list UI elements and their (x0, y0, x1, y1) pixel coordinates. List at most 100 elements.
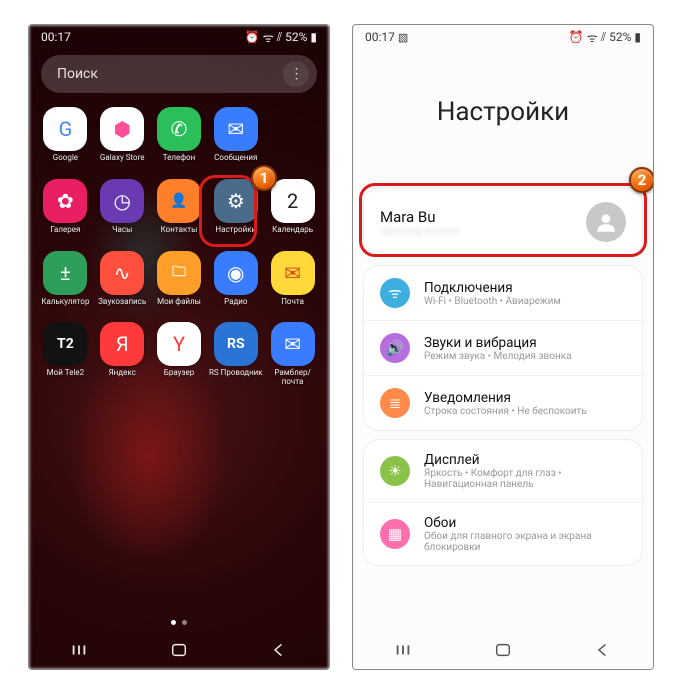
app-мои-файлы[interactable]: 🗀 Мои файлы (151, 247, 208, 315)
app-телефон[interactable]: ✆ Телефон (151, 103, 208, 171)
app-мой-tele2[interactable]: T2Мой Tele2 (37, 318, 94, 395)
alarm-icon: ⏰ (245, 30, 260, 44)
app-icon: RS (214, 322, 258, 366)
signal-icon: ⫽ (277, 30, 282, 45)
app-label: Звукозапись (98, 298, 146, 307)
app-контакты[interactable]: 👤Контакты (151, 175, 208, 243)
screenshot-icon: ▧ (398, 31, 408, 44)
settings-item-обои[interactable]: ▦ОбоиОбои для главного экрана и экрана б… (364, 502, 642, 565)
app-label: Мои файлы (157, 298, 201, 307)
recents-button[interactable] (393, 640, 413, 660)
battery-icon: ▮ (634, 30, 641, 44)
alarm-icon: ⏰ (569, 30, 584, 44)
settings-panel: ᯤ ПодключенияWi-Fi • Bluetooth • Авиарежи… (363, 265, 643, 431)
app-рамблер-почта[interactable]: ✉ Рамблер/ почта (264, 318, 321, 395)
app-label: RS Проводник (209, 369, 263, 378)
app-icon: ⬢ (100, 107, 144, 151)
annotation-badge-2: 2 (629, 167, 653, 193)
app-galaxy-store[interactable]: ⬢ Galaxy Store (94, 103, 151, 171)
home-button[interactable] (493, 640, 513, 660)
app-icon: Y (157, 322, 201, 366)
clock: 00:17 (41, 30, 71, 44)
app-label: Часы (112, 226, 132, 235)
wifi-icon: ᯤ (587, 29, 598, 46)
account-name: Mara Bu (380, 208, 574, 226)
app-icon: ✉ (214, 107, 258, 151)
app-label: Google (53, 154, 78, 163)
settings-item-подключения[interactable]: ᯤ ПодключенияWi-Fi • Bluetooth • Авиарежи… (364, 266, 642, 320)
app-звукозапись[interactable]: ∿ Звукозапись (94, 247, 151, 315)
settings-item-subtitle: Строка состояния • Не беспокоить (424, 406, 587, 417)
settings-item-звуки-и-вибрация[interactable]: 🔊Звуки и вибрацияРежим звука • Мелодия з… (364, 320, 642, 375)
search-input[interactable]: Поиск ⋮ (41, 55, 317, 93)
app-радио[interactable]: ◉ Радио (207, 247, 264, 315)
app-label: Браузер (164, 369, 194, 378)
app-icon: ± (43, 251, 87, 295)
settings-item-title: Дисплей (424, 452, 626, 468)
app-галерея[interactable]: ✿ Галерея (37, 175, 94, 243)
more-icon[interactable]: ⋮ (283, 61, 309, 87)
settings-item-title: Уведомления (424, 390, 587, 406)
settings-item-icon: ▦ (380, 519, 410, 549)
app-icon: ✉ (271, 251, 315, 295)
avatar-icon (586, 202, 626, 242)
app-icon: 2 (271, 179, 315, 223)
settings-item-уведомления[interactable]: ≣УведомленияСтрока состояния • Не беспок… (364, 375, 642, 430)
app-label: Калькулятор (41, 298, 89, 307)
settings-item-subtitle: Обои для главного экрана и экрана блокир… (424, 531, 626, 553)
app-label: Галерея (50, 226, 80, 235)
settings-item-title: Подключения (424, 280, 561, 296)
app-браузер[interactable]: Y Браузер (151, 318, 208, 395)
app-label: Телефон (163, 154, 195, 163)
app-label: Почта (281, 298, 304, 307)
app-label: Рамблер/ почта (266, 369, 320, 387)
clock: 00:17 (365, 30, 395, 44)
settings-item-subtitle: Яркость • Комфорт для глаз • Навигационн… (424, 468, 626, 490)
account-panel: Mara Bu samsung account (363, 187, 643, 257)
settings-item-icon: 🔊 (380, 333, 410, 363)
navigation-bar (29, 631, 329, 669)
recents-button[interactable] (69, 640, 89, 660)
app-rs-проводник[interactable]: RS RS Проводник (207, 318, 264, 395)
search-placeholder: Поиск (57, 66, 98, 82)
app-сообщения[interactable]: ✉Сообщения (207, 103, 264, 171)
account-row[interactable]: Mara Bu samsung account (364, 188, 642, 256)
app-label: Мой Tele2 (47, 369, 84, 378)
app-icon: 👤 (157, 179, 201, 223)
app-калькулятор[interactable]: ± Калькулятор (37, 247, 94, 315)
back-button[interactable] (593, 640, 613, 660)
app-icon: G (43, 107, 87, 151)
home-button[interactable] (169, 640, 189, 660)
phone-settings-screen: 00:17 ▧ ⏰ ᯤ ⫽ 52% ▮ Настройки Mara Bu sa… (352, 24, 654, 670)
app-google[interactable]: G Google (37, 103, 94, 171)
status-bar: 00:17 ▧ ⏰ ᯤ ⫽ 52% ▮ (353, 25, 653, 49)
app-grid: G Google ⬢ Galaxy Store ✆ Телефон ✉Сообщения ✿ Г… (29, 103, 329, 395)
battery-text: 52% (285, 30, 307, 44)
settings-item-icon: ᯤ (380, 278, 410, 308)
battery-text: 52% (609, 30, 631, 44)
app-label: Календарь (272, 226, 313, 235)
app-label: Настройки (215, 226, 256, 235)
annotation-badge-1: 1 (251, 165, 277, 191)
app-icon: ✿ (43, 179, 87, 223)
app-icon: ✉ (271, 322, 315, 366)
app-icon: 🗀 (157, 251, 201, 295)
app-label: Радио (224, 298, 247, 307)
settings-item-дисплей[interactable]: ☀ ДисплейЯркость • Комфорт для глаз • Нав… (364, 440, 642, 502)
app-label: Galaxy Store (100, 154, 145, 163)
phone-home-screen: 00:17 ⏰ ᯤ ⫽ 52% ▮ Поиск ⋮ G Google ⬢ Galaxy… (28, 24, 330, 670)
app-icon: ◉ (214, 251, 258, 295)
app-яндекс[interactable]: ЯЯндекс (94, 318, 151, 395)
settings-item-subtitle: Wi-Fi • Bluetooth • Авиарежим (424, 296, 561, 307)
app-icon: ✆ (157, 107, 201, 151)
status-icons: ⏰ ᯤ ⫽ 52% ▮ (245, 29, 317, 46)
app-почта[interactable]: ✉ Почта (264, 247, 321, 315)
wifi-icon: ᯤ (263, 29, 274, 46)
signal-icon: ⫽ (601, 30, 606, 45)
app-icon: ∿ (100, 251, 144, 295)
settings-item-subtitle: Режим звука • Мелодия звонка (424, 351, 572, 362)
app-часы[interactable]: ◷Часы (94, 175, 151, 243)
settings-item-icon: ☀ (380, 456, 410, 486)
back-button[interactable] (269, 640, 289, 660)
navigation-bar (353, 631, 653, 669)
